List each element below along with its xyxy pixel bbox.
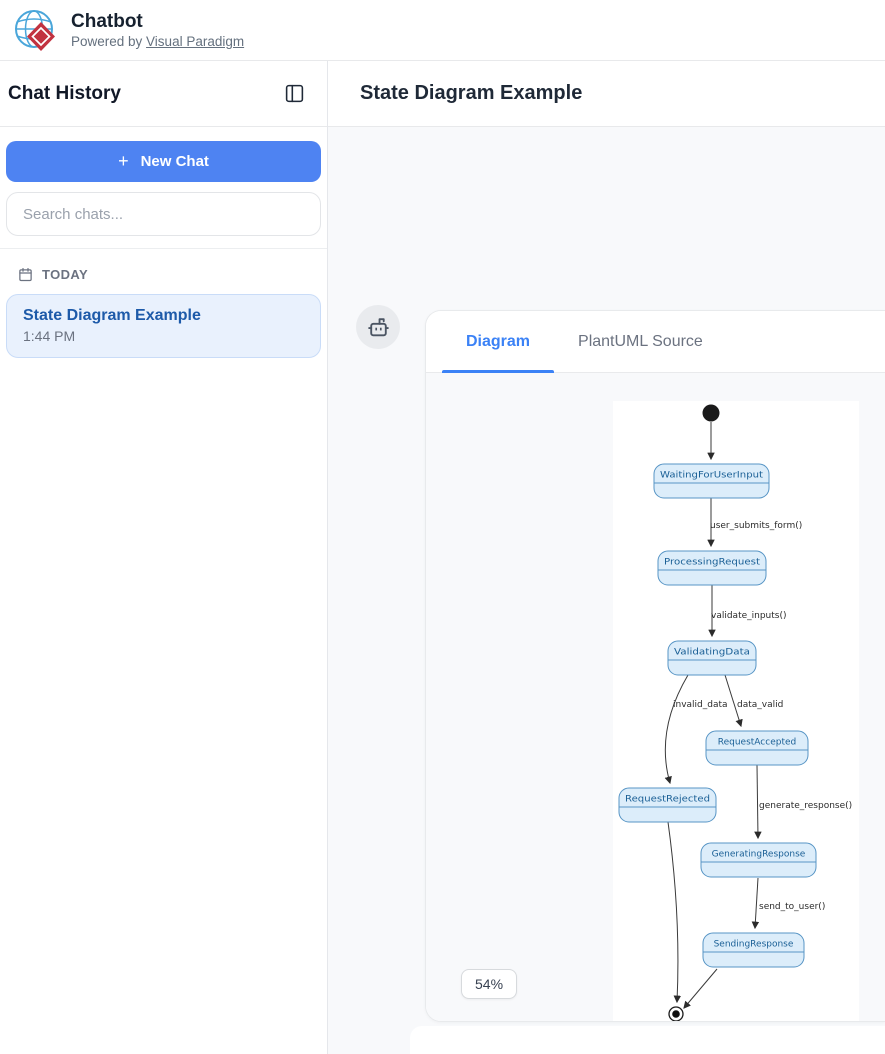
state-node [668, 641, 756, 675]
bot-avatar [356, 305, 400, 349]
transition-label: user_submits_form() [710, 521, 802, 531]
bottom-panel [410, 1026, 885, 1054]
robot-icon [366, 315, 391, 340]
state-diagram-viewer[interactable]: user_submits_form() validate_inputs()inva… [613, 401, 859, 1022]
state-label: GeneratingResponse [712, 850, 806, 860]
state-node [654, 464, 769, 498]
plus-icon: + [118, 151, 129, 172]
transition-label: validate_inputs() [711, 611, 787, 621]
state-node [701, 843, 816, 877]
transition-edge [684, 969, 717, 1008]
transition-edge [757, 765, 758, 838]
zoom-level-badge: 54% [461, 969, 517, 999]
tab-plantuml-source[interactable]: PlantUML Source [554, 311, 727, 372]
today-section-header: TODAY [0, 249, 327, 294]
diagram-tab-content: user_submits_form() validate_inputs()inva… [426, 373, 885, 1021]
new-chat-button[interactable]: + New Chat [6, 141, 321, 182]
initial-state-node [703, 405, 720, 422]
app-title: Chatbot [71, 11, 244, 34]
collapse-sidebar-button[interactable] [282, 81, 307, 106]
state-node [619, 788, 716, 822]
chat-item-title: State Diagram Example [23, 307, 304, 325]
visual-paradigm-logo-icon [14, 8, 58, 52]
app-window: Chatbot Powered by Visual Paradigm Chat … [0, 0, 885, 1054]
chat-list-item[interactable]: State Diagram Example 1:44 PM [6, 294, 321, 358]
transition-label: invalid_data [673, 700, 728, 710]
conversation-header: State Diagram Example [328, 61, 885, 127]
today-label: TODAY [42, 267, 88, 282]
chat-main-panel: State Diagram Example Diagram [328, 61, 885, 1054]
state-label: SendingResponse [714, 940, 794, 950]
state-node [658, 551, 766, 585]
state-label: ValidatingData [674, 648, 750, 658]
diagram-tabbar: Diagram PlantUML Source [426, 311, 885, 373]
powered-by-text: Powered by [71, 34, 146, 49]
transition-label: data_valid [737, 700, 783, 710]
sidebar-actions: + New Chat [0, 127, 327, 249]
calendar-icon [18, 267, 33, 282]
state-node [703, 933, 804, 967]
visual-paradigm-link[interactable]: Visual Paradigm [146, 34, 244, 49]
state-label: WaitingForUserInput [660, 471, 764, 481]
transition-label: send_to_user() [759, 902, 825, 912]
chat-history-sidebar: Chat History + New Chat [0, 61, 328, 1054]
state-diagram-svg: user_submits_form() validate_inputs()inva… [613, 401, 859, 1022]
transition-edge [755, 878, 758, 928]
search-chats-input[interactable] [6, 192, 321, 236]
transition-edge [665, 675, 688, 783]
state-label: RequestAccepted [718, 738, 796, 748]
state-label: ProcessingRequest [664, 558, 761, 568]
transition-edge [668, 822, 678, 1002]
panel-left-icon [284, 83, 305, 104]
messages-area: Diagram PlantUML Source user_su [328, 127, 885, 1054]
sidebar-header: Chat History [0, 61, 327, 127]
bot-message-card: Diagram PlantUML Source user_su [425, 310, 885, 1022]
state-node [706, 731, 808, 765]
transition-label: generate_response() [759, 801, 852, 811]
chat-item-time: 1:44 PM [23, 328, 304, 344]
app-subtitle: Powered by Visual Paradigm [71, 34, 244, 49]
state-label: RequestRejected [625, 795, 710, 805]
app-header: Chatbot Powered by Visual Paradigm [0, 0, 885, 61]
conversation-title: State Diagram Example [360, 82, 582, 105]
new-chat-label: New Chat [141, 153, 209, 170]
final-state-dot [672, 1010, 680, 1018]
tab-diagram[interactable]: Diagram [442, 311, 554, 372]
sidebar-title: Chat History [8, 83, 121, 105]
brand-text: Chatbot Powered by Visual Paradigm [71, 11, 244, 49]
